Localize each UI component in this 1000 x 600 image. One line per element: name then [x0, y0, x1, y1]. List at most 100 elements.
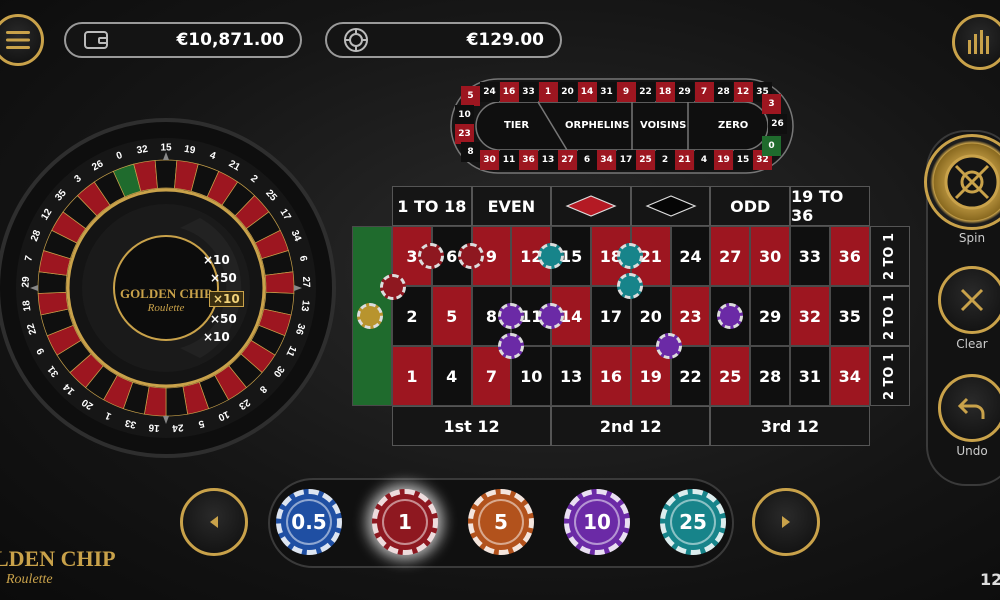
- racetrack-number[interactable]: 2: [655, 150, 675, 170]
- outside-bet[interactable]: 19 TO 36: [790, 186, 870, 226]
- placed-bet-chip[interactable]: [717, 303, 743, 329]
- racetrack-number[interactable]: 6: [577, 150, 597, 170]
- racetrack-number[interactable]: 12: [733, 82, 753, 102]
- number-cell[interactable]: 35: [829, 286, 870, 346]
- placed-bet-chip[interactable]: [617, 243, 643, 269]
- racetrack-number[interactable]: 26: [768, 114, 787, 134]
- racetrack-number[interactable]: 8: [461, 142, 480, 162]
- black-bet[interactable]: [630, 186, 711, 226]
- placed-bet-chip[interactable]: [617, 273, 643, 299]
- racetrack-number[interactable]: 14: [577, 82, 597, 102]
- chip-5[interactable]: 5: [468, 489, 534, 555]
- racetrack-number[interactable]: 30: [480, 150, 499, 170]
- dozen-bet[interactable]: 2nd 12: [551, 406, 711, 446]
- placed-bet-chip[interactable]: [357, 303, 383, 329]
- clear-button[interactable]: [938, 266, 1000, 334]
- column-bet-2to1[interactable]: 2 TO 1: [869, 346, 910, 406]
- racetrack-number[interactable]: 36: [519, 150, 538, 170]
- chevron-left-icon: [210, 516, 218, 528]
- chip-25[interactable]: 25: [660, 489, 726, 555]
- placed-bet-chip[interactable]: [656, 333, 682, 359]
- racetrack-number[interactable]: 29: [675, 82, 694, 102]
- racetrack[interactable]: 24 16 33 1 20 14 31 9 22 18 29 7 28 12 35 30 11 36 13 27 6 34…: [450, 78, 794, 174]
- number-cell[interactable]: 27: [710, 226, 751, 286]
- racetrack-number[interactable]: 31: [597, 82, 616, 102]
- number-cell[interactable]: 5: [431, 286, 472, 346]
- racetrack-number[interactable]: 10: [455, 105, 474, 125]
- racetrack-voisins[interactable]: VOISINS: [640, 120, 686, 131]
- placed-bet-chip[interactable]: [380, 274, 406, 300]
- racetrack-tier[interactable]: TIER: [504, 120, 529, 131]
- racetrack-number[interactable]: 4: [694, 150, 714, 170]
- racetrack-zero[interactable]: ZERO: [718, 120, 748, 131]
- placed-bet-chip[interactable]: [418, 243, 444, 269]
- racetrack-number[interactable]: 11: [499, 150, 519, 170]
- menu-button[interactable]: [0, 14, 44, 66]
- column-bet-2to1[interactable]: 2 TO 1: [869, 226, 910, 286]
- wheel-multiplier-3: ×10: [209, 291, 244, 307]
- racetrack-number[interactable]: 18: [655, 82, 675, 102]
- placed-bet-chip[interactable]: [498, 303, 524, 329]
- dozen-bet[interactable]: 1st 12: [392, 406, 552, 446]
- chip-value: 10: [574, 499, 620, 545]
- placed-bet-chip[interactable]: [458, 243, 484, 269]
- racetrack-number[interactable]: 17: [616, 150, 636, 170]
- chip-0-5[interactable]: 0.5: [276, 489, 342, 555]
- racetrack-number[interactable]: 19: [714, 150, 733, 170]
- racetrack-number[interactable]: 9: [616, 82, 636, 102]
- number-cell[interactable]: 36: [829, 226, 870, 286]
- dozen-bet[interactable]: 3rd 12: [710, 406, 870, 446]
- number-cell[interactable]: 29: [750, 286, 790, 346]
- racetrack-number[interactable]: 24: [480, 82, 499, 102]
- racetrack-number[interactable]: 33: [519, 82, 538, 102]
- racetrack-number[interactable]: 5: [461, 86, 480, 106]
- number-cell[interactable]: 32: [790, 286, 830, 346]
- racetrack-number[interactable]: 34: [597, 150, 616, 170]
- number-cell[interactable]: 16: [591, 346, 631, 406]
- racetrack-number[interactable]: 7: [694, 82, 714, 102]
- racetrack-number[interactable]: 15: [733, 150, 753, 170]
- number-cell[interactable]: 30: [750, 226, 790, 286]
- racetrack-number[interactable]: 27: [558, 150, 577, 170]
- outside-bet[interactable]: 1 TO 18: [392, 186, 472, 226]
- black-diamond-icon: [645, 195, 697, 217]
- chip-1[interactable]: 1: [372, 489, 438, 555]
- number-cell[interactable]: 1: [392, 346, 432, 406]
- racetrack-number[interactable]: 23: [455, 124, 474, 144]
- undo-button[interactable]: [938, 374, 1000, 442]
- racetrack-number[interactable]: 21: [675, 150, 694, 170]
- outside-bet[interactable]: ODD: [710, 186, 790, 226]
- red-bet[interactable]: [551, 186, 631, 226]
- number-cell[interactable]: 28: [750, 346, 790, 406]
- racetrack-number[interactable]: 28: [714, 82, 733, 102]
- betting-table[interactable]: 1 TO 18 EVEN ODD 19 TO 36 3 6 9 12 15 18 21 24 27 30…: [350, 186, 910, 448]
- racetrack-number[interactable]: 16: [499, 82, 519, 102]
- racetrack-number[interactable]: 25: [636, 150, 655, 170]
- statistics-button[interactable]: [952, 14, 1000, 70]
- number-cell[interactable]: 24: [670, 226, 711, 286]
- chip-prev-button[interactable]: [180, 488, 248, 556]
- racetrack-number[interactable]: 13: [538, 150, 558, 170]
- wheel-number: 32: [136, 144, 149, 157]
- number-cell[interactable]: 13: [551, 346, 591, 406]
- number-cell[interactable]: 33: [790, 226, 830, 286]
- racetrack-number[interactable]: 22: [636, 82, 655, 102]
- placed-bet-chip[interactable]: [538, 303, 564, 329]
- column-bet-2to1[interactable]: 2 TO 1: [869, 286, 910, 346]
- racetrack-orphelins[interactable]: ORPHELINS: [565, 120, 629, 131]
- racetrack-number[interactable]: 1: [538, 82, 558, 102]
- racetrack-number[interactable]: 20: [558, 82, 577, 102]
- outside-bet[interactable]: EVEN: [471, 186, 552, 226]
- placed-bet-chip[interactable]: [538, 243, 564, 269]
- racetrack-number[interactable]: 3: [762, 94, 781, 114]
- number-cell[interactable]: 34: [829, 346, 870, 406]
- number-cell[interactable]: 4: [431, 346, 472, 406]
- total-bet-amount: €129.00: [466, 30, 544, 50]
- racetrack-number[interactable]: 0: [762, 136, 781, 156]
- number-cell[interactable]: 25: [710, 346, 751, 406]
- wheel-number: 29: [21, 276, 32, 288]
- chip-10[interactable]: 10: [564, 489, 630, 555]
- placed-bet-chip[interactable]: [498, 333, 524, 359]
- number-cell[interactable]: 31: [790, 346, 830, 406]
- chip-next-button[interactable]: [752, 488, 820, 556]
